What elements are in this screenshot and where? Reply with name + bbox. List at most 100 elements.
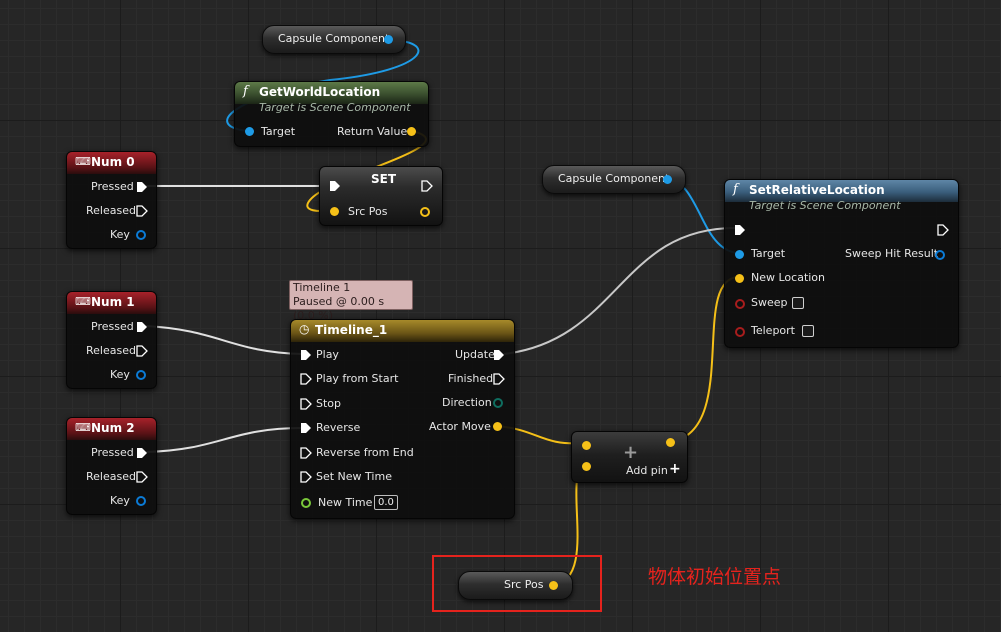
set-relative-location-subtitle: Target is Scene Component: [749, 199, 901, 212]
setrel-target-pin[interactable]: [735, 250, 744, 259]
get-world-location-subtitle: Target is Scene Component: [259, 101, 411, 114]
clock-icon: ◷: [299, 322, 310, 336]
num1-released-pin[interactable]: [136, 345, 148, 357]
setrel-new-location-pin[interactable]: [735, 274, 744, 283]
timeline-title: Timeline_1: [315, 323, 388, 337]
num1-key-label: Key: [110, 368, 130, 381]
timeline-new-time-pin[interactable]: [301, 498, 311, 508]
get-world-location-node[interactable]: f GetWorldLocation Target is Scene Compo…: [234, 81, 429, 147]
timeline-direction-pin[interactable]: [493, 398, 503, 408]
setrel-sweep-hit-pin[interactable]: [935, 250, 945, 260]
num0-released-label: Released: [86, 204, 136, 217]
num0-pressed-label: Pressed: [91, 180, 134, 193]
num2-key-event-node[interactable]: ⌨ Num 2 Pressed Released Key: [66, 417, 157, 515]
add-pin-icon[interactable]: +: [669, 461, 681, 477]
num0-pressed-pin[interactable]: [136, 181, 148, 193]
wire-update-to-setrelative: [503, 226, 739, 355]
target-input-pin[interactable]: [245, 127, 254, 136]
num2-released-pin[interactable]: [136, 471, 148, 483]
set-node[interactable]: SET Src Pos: [319, 166, 443, 226]
timeline-reverse-label: Reverse: [316, 421, 361, 434]
num2-title: Num 2: [91, 421, 135, 435]
num1-title: Num 1: [91, 295, 135, 309]
add-output-pin[interactable]: [666, 438, 675, 447]
timeline-actor-move-label: Actor Move: [429, 420, 491, 433]
keyboard-icon: ⌨: [75, 295, 91, 308]
sweep-checkbox[interactable]: [792, 297, 804, 309]
num2-header: ⌨ Num 2: [67, 418, 156, 440]
get-world-location-title: GetWorldLocation: [259, 85, 381, 99]
target-input-label: Target: [261, 125, 296, 138]
set-src-pos-in-pin[interactable]: [330, 207, 339, 216]
set-title: SET: [371, 172, 397, 186]
num1-released-label: Released: [86, 344, 136, 357]
setrel-teleport-label: Teleport: [751, 324, 795, 337]
setrel-exec-out-pin[interactable]: [937, 224, 949, 236]
timeline-set-new-time-label: Set New Time: [316, 470, 392, 483]
capsule-component-label: Capsule Component: [278, 32, 390, 45]
capsule-component-node[interactable]: Capsule Component: [262, 25, 406, 54]
timeline-stop-pin[interactable]: [300, 398, 312, 410]
capsule-output-pin[interactable]: [384, 35, 393, 44]
timeline-play-pin[interactable]: [300, 349, 312, 361]
highlight-box: [432, 555, 602, 612]
wire-num1-to-play: [145, 325, 303, 355]
get-world-location-header: f GetWorldLocation Target is Scene Compo…: [235, 82, 428, 114]
add-input-a-pin[interactable]: [582, 441, 591, 450]
num0-key-pin[interactable]: [136, 230, 146, 240]
num1-key-event-node[interactable]: ⌨ Num 1 Pressed Released Key: [66, 291, 157, 389]
annotation-text: 物体初始位置点: [648, 566, 782, 588]
keyboard-icon: ⌨: [75, 421, 91, 434]
return-value-pin[interactable]: [407, 127, 416, 136]
set-relative-location-title: SetRelativeLocation: [749, 183, 885, 197]
add-input-b-pin[interactable]: [582, 462, 591, 471]
timeline-tooltip-name: Timeline 1: [293, 281, 351, 294]
set-relative-location-node[interactable]: f SetRelativeLocation Target is Scene Co…: [724, 179, 959, 348]
timeline-finished-pin[interactable]: [493, 373, 505, 385]
num0-header: ⌨ Num 0: [67, 152, 156, 174]
timeline-stop-label: Stop: [316, 397, 342, 410]
timeline-play-label: Play: [316, 348, 339, 361]
set-src-pos-label: Src Pos: [348, 205, 388, 218]
num1-pressed-pin[interactable]: [136, 321, 148, 333]
timeline-play-from-start-label: Play from Start: [316, 372, 399, 385]
timeline-status-tooltip: Timeline 1 Paused @ 0.00 s (0.0 %): [289, 280, 413, 322]
setrel-sweep-pin[interactable]: [735, 299, 745, 309]
timeline-direction-label: Direction: [442, 396, 492, 409]
timeline-play-from-start-pin[interactable]: [300, 373, 312, 385]
timeline-update-label: Update: [455, 348, 495, 361]
setrel-sweep-label: Sweep: [751, 296, 788, 309]
num0-title: Num 0: [91, 155, 135, 169]
teleport-checkbox[interactable]: [802, 325, 814, 337]
timeline-update-pin[interactable]: [493, 349, 505, 361]
add-operator-symbol: +: [623, 442, 639, 463]
num2-pressed-pin[interactable]: [136, 447, 148, 459]
timeline-actor-move-pin[interactable]: [493, 422, 502, 431]
num1-pressed-label: Pressed: [91, 320, 134, 333]
timeline-reverse-from-end-label: Reverse from End: [316, 446, 414, 459]
set-exec-out-pin[interactable]: [421, 180, 433, 192]
keyboard-icon: ⌨: [75, 155, 91, 168]
add-pin-label[interactable]: Add pin: [626, 464, 668, 477]
capsule-component-node-2[interactable]: Capsule Component: [542, 165, 686, 194]
num2-pressed-label: Pressed: [91, 446, 134, 459]
capsule-output-pin-2[interactable]: [663, 175, 672, 184]
setrel-teleport-pin[interactable]: [735, 327, 745, 337]
num0-key-event-node[interactable]: ⌨ Num 0 Pressed Released Key: [66, 151, 157, 249]
capsule-component-label-2: Capsule Component: [558, 172, 670, 185]
new-time-value-field[interactable]: 0.0: [374, 495, 398, 510]
timeline-set-new-time-pin[interactable]: [300, 471, 312, 483]
function-icon: f: [733, 182, 738, 197]
set-src-pos-out-pin[interactable]: [420, 207, 430, 217]
setrel-exec-in-pin[interactable]: [734, 224, 746, 236]
num1-key-pin[interactable]: [136, 370, 146, 380]
num2-key-pin[interactable]: [136, 496, 146, 506]
num0-released-pin[interactable]: [136, 205, 148, 217]
wire-num2-to-reverse: [145, 427, 303, 453]
set-exec-in-pin[interactable]: [329, 180, 341, 192]
timeline-reverse-from-end-pin[interactable]: [300, 447, 312, 459]
timeline-node[interactable]: ◷ Timeline_1 Play Play from Start Stop R…: [290, 319, 515, 519]
timeline-new-time-label: New Time: [318, 496, 373, 509]
timeline-reverse-pin[interactable]: [300, 422, 312, 434]
vector-add-node[interactable]: + Add pin +: [571, 431, 688, 483]
